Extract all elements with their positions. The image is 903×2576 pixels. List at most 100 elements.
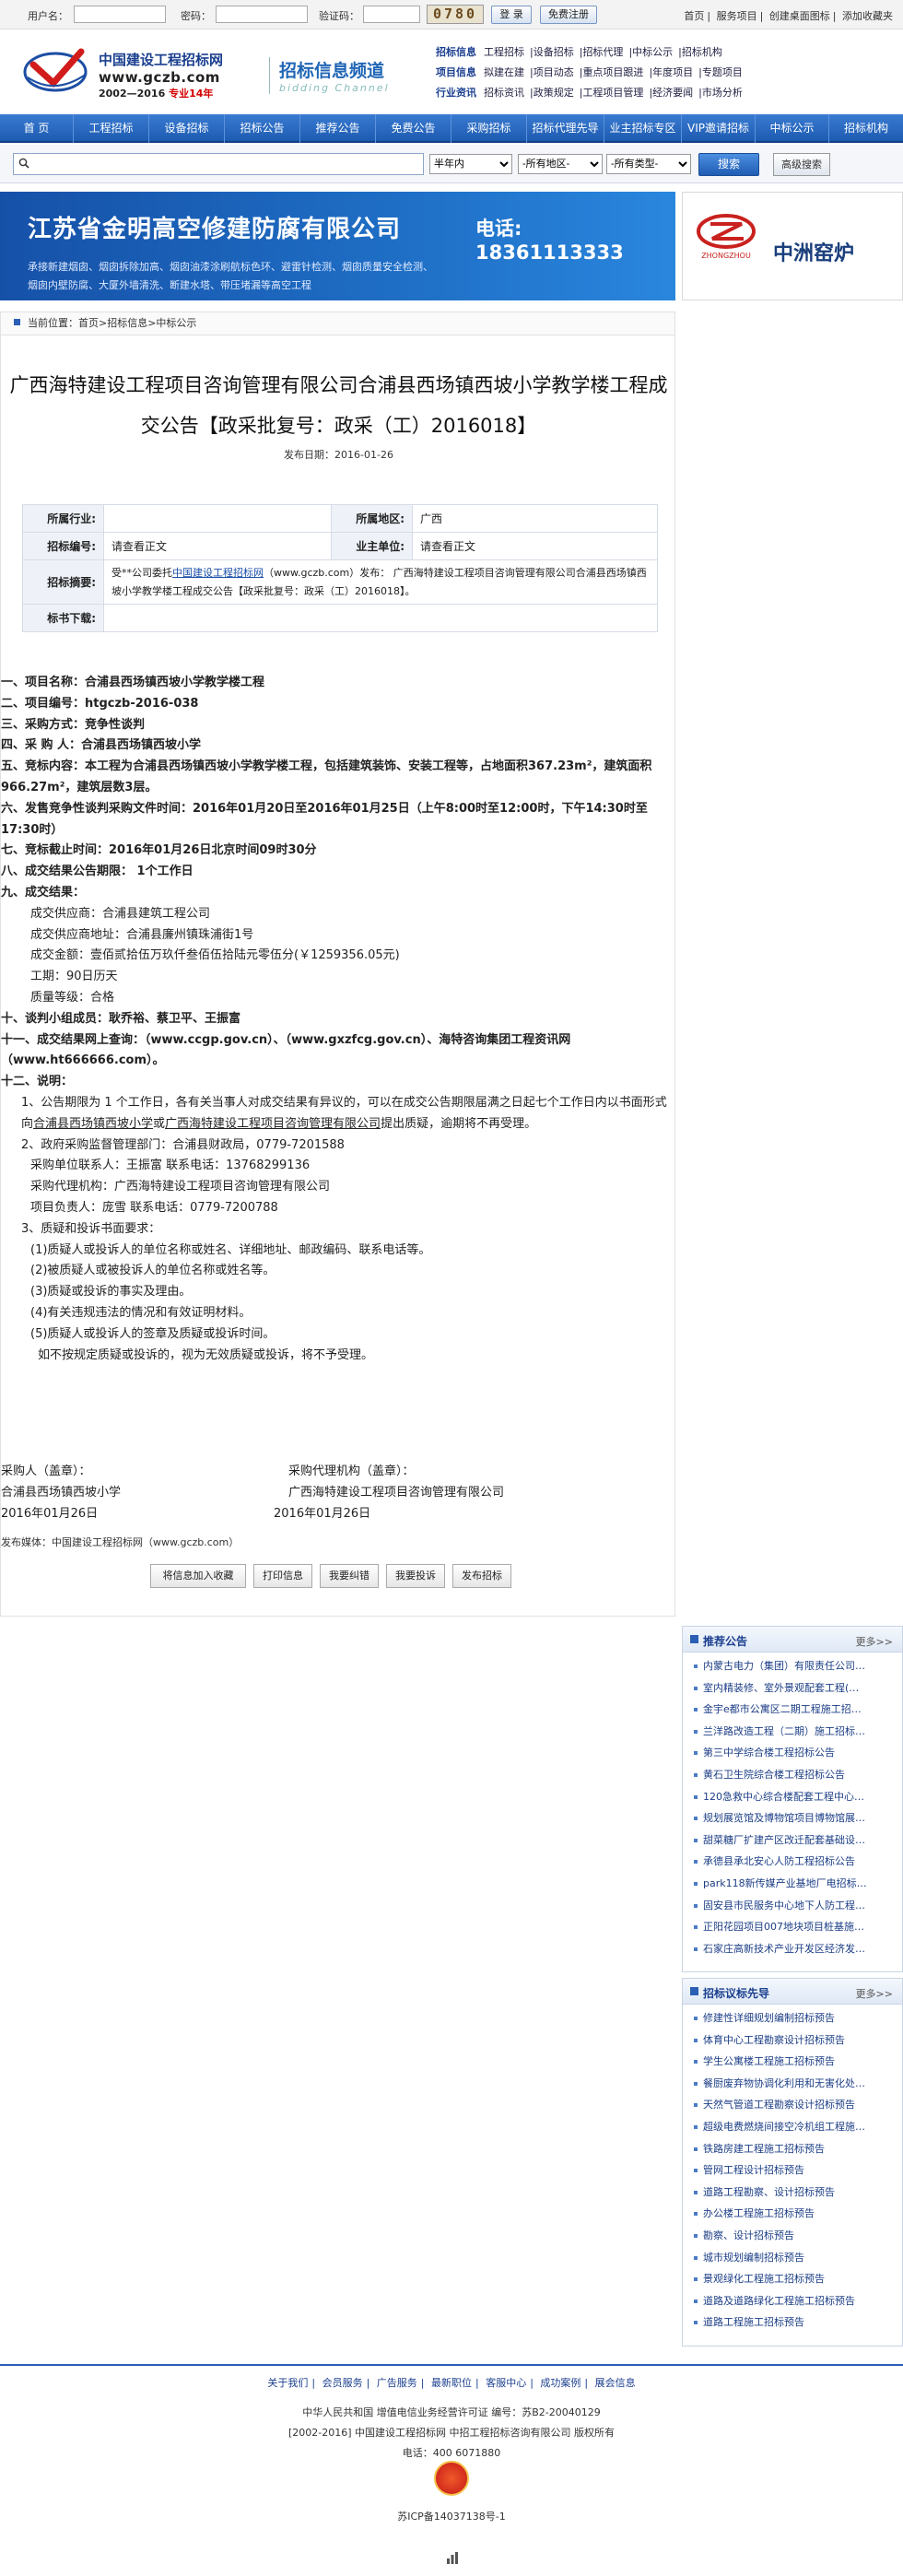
complaint-button[interactable]: 我要投诉 [386, 1564, 445, 1588]
sidebar-list-item[interactable]: 城市规划编制招标预告 [692, 2247, 902, 2269]
summary-site-link[interactable]: 中国建设工程招标网 [172, 567, 264, 579]
breadcrumb-path[interactable]: 当前位置：首页>招标信息>中标公示 [28, 317, 196, 329]
banner-ad-jinming[interactable]: 江苏省金明高空修建防腐有限公司 电话: 18361113333 承接新建烟囱、烟… [0, 192, 675, 300]
icp-record[interactable]: 苏ICP备14037138号-1 [0, 2509, 903, 2523]
password-input[interactable] [216, 6, 308, 23]
sidebar-list-item[interactable]: 固安县市民服务中心地下人防工程… [692, 1895, 902, 1917]
catnav-link[interactable]: 中标公示 [632, 46, 673, 58]
sidebar-list-item[interactable]: 黄石卫生院综合楼工程招标公告 [692, 1764, 902, 1786]
nav-recommended[interactable]: 推荐公告 [300, 114, 376, 143]
signature-block: 采购人（盖章）： 合浦县西场镇西坡小学 2016年01月26日 采购代理机构（盖… [1, 1461, 676, 1524]
sidebar-list-item[interactable]: 内蒙古电力（集团）有限责任公司… [692, 1655, 902, 1677]
catnav-link[interactable]: 政策规定 [534, 87, 574, 99]
sidebar-list-item[interactable]: 餐厨废弃物协调化利用和无害化处… [692, 2073, 902, 2095]
sidebar-list-item[interactable]: 修建性详细规划编制招标预告 [692, 2007, 902, 2029]
sidebar-list-item[interactable]: 甜菜糖厂扩建产区改迁配套基础设… [692, 1829, 902, 1852]
toplink-favorites[interactable]: 添加收藏夹 [842, 10, 893, 22]
nav-agency[interactable]: 招标代理先导 [527, 114, 604, 143]
sidebar-list-item[interactable]: 规划展览馆及博物馆项目博物馆展… [692, 1807, 902, 1829]
footer-link[interactable]: 关于我们 [267, 2377, 308, 2389]
catnav-link[interactable]: 招标资讯 [484, 87, 524, 99]
nav-owner[interactable]: 业主招标专区 [604, 114, 682, 143]
sidebar-list-item[interactable]: 管网工程设计招标预告 [692, 2159, 902, 2182]
download-value[interactable] [103, 604, 658, 632]
footer-link[interactable]: 客服中心 [486, 2377, 526, 2389]
body-line: 采购单位联系人：王振富 联系电话：13768299136 [30, 1159, 311, 1173]
catnav-link[interactable]: 工程招标 [484, 46, 524, 58]
sidebar-list-item[interactable]: 体育中心工程勘察设计招标预告 [692, 2029, 902, 2052]
nav-vip[interactable]: VIP邀请招标 [682, 114, 756, 143]
footer-link[interactable]: 会员服务 [322, 2377, 363, 2389]
publish-tender-button[interactable]: 发布招标 [452, 1564, 511, 1588]
footer-link[interactable]: 成功案例 [540, 2377, 580, 2389]
login-button[interactable]: 登 录 [491, 6, 532, 24]
captcha-input[interactable] [363, 6, 420, 23]
catnav-link[interactable]: 经济要闻 [652, 87, 693, 99]
footer-link[interactable]: 展会信息 [595, 2377, 636, 2389]
nav-home[interactable]: 首 页 [0, 114, 74, 143]
police-badge-icon[interactable] [434, 2461, 469, 2496]
nav-procurement[interactable]: 采购招标 [452, 114, 527, 143]
username-input[interactable] [74, 6, 166, 23]
print-button[interactable]: 打印信息 [253, 1564, 312, 1588]
catnav-link[interactable]: 设备招标 [534, 46, 574, 58]
sidebar-list-item[interactable]: park118新传媒产业基地厂电招标… [692, 1873, 902, 1895]
nav-award[interactable]: 中标公示 [756, 114, 829, 143]
sidebar-list-item[interactable]: 金宇e都市公寓区二期工程施工招… [692, 1699, 902, 1721]
catnav-head[interactable]: 招标信息 [436, 46, 476, 58]
add-favorite-button[interactable]: 将信息加入收藏 [150, 1564, 246, 1588]
sidebar-list-item[interactable]: 道路及道路绿化工程施工招标预告 [692, 2290, 902, 2312]
sidebar-list-item[interactable]: 正阳花园项目007地块项目桩基施… [692, 1916, 902, 1938]
sidebar-list-item[interactable]: 室内精装修、室外景观配套工程(… [692, 1677, 902, 1700]
captcha-image[interactable]: 0780 [427, 5, 484, 24]
catnav-link[interactable]: 项目动态 [534, 66, 574, 78]
sidebar-list-item[interactable]: 兰洋路改造工程（二期）施工招标… [692, 1721, 902, 1743]
sidebar-list-item[interactable]: 铁路房建工程施工招标预告 [692, 2138, 902, 2160]
nav-agencies[interactable]: 招标机构 [829, 114, 903, 143]
sidebar-list-item[interactable]: 勘察、设计招标预告 [692, 2225, 902, 2247]
catnav-link[interactable]: 拟建在建 [484, 66, 524, 78]
more-link[interactable]: 更多>> [856, 1986, 893, 2001]
catnav-link[interactable]: 专题项目 [702, 66, 743, 78]
toplink-services[interactable]: 服务项目 [717, 10, 757, 22]
type-select[interactable]: -所有类型- [606, 154, 691, 174]
more-link[interactable]: 更多>> [856, 1634, 893, 1649]
sidebar-list-item[interactable]: 第三中学综合楼工程招标公告 [692, 1742, 902, 1764]
footer-link[interactable]: 广告服务 [377, 2377, 417, 2389]
sidebar-list-item[interactable]: 办公楼工程施工招标预告 [692, 2203, 902, 2225]
catnav-link[interactable]: 工程项目管理 [582, 87, 643, 99]
register-button[interactable]: 免费注册 [540, 6, 597, 24]
toplink-home[interactable]: 首页 [684, 10, 704, 22]
sidebar-list-item[interactable]: 石家庄高新技术产业开发区经济发… [692, 1938, 902, 1960]
statistics-icon[interactable] [446, 2551, 459, 2564]
sidebar-list-item[interactable]: 道路工程施工招标预告 [692, 2311, 902, 2334]
catnav-link[interactable]: 重点项目跟进 [582, 66, 643, 78]
nav-announcements[interactable]: 招标公告 [225, 114, 300, 143]
catnav-link[interactable]: 招标代理 [582, 46, 623, 58]
catnav-head[interactable]: 项目信息 [436, 66, 476, 78]
sidebar-list-item[interactable]: 景观绿化工程施工招标预告 [692, 2268, 902, 2290]
nav-free[interactable]: 免费公告 [376, 114, 452, 143]
catnav-head[interactable]: 行业资讯 [436, 87, 476, 99]
sidebar-list-item[interactable]: 承德县承北安心人防工程招标公告 [692, 1851, 902, 1873]
catnav-link[interactable]: 年度项目 [652, 66, 693, 78]
sidebar-list-item[interactable]: 120急救中心综合楼配套工程中心… [692, 1786, 902, 1808]
sidebar-list-item[interactable]: 道路工程勘察、设计招标预告 [692, 2182, 902, 2204]
banner-ad-zhongzhou[interactable]: ZHONGZHOU 中洲窑炉 [682, 192, 903, 300]
toplink-desktop-icon[interactable]: 创建桌面图标 [769, 10, 830, 22]
sidebar-list-item[interactable]: 学生公寓楼工程施工招标预告 [692, 2051, 902, 2073]
advanced-search-button[interactable]: 高级搜索 [773, 153, 830, 176]
region-select[interactable]: -所有地区- [518, 154, 603, 174]
site-logo-icon[interactable] [22, 41, 94, 96]
catnav-link[interactable]: 市场分析 [702, 87, 743, 99]
period-select[interactable]: 半年内 [429, 154, 512, 174]
search-input[interactable] [13, 153, 424, 175]
search-button[interactable]: 搜索 [698, 153, 759, 176]
nav-equipment[interactable]: 设备招标 [149, 114, 225, 143]
footer-link[interactable]: 最新职位 [431, 2377, 472, 2389]
report-error-button[interactable]: 我要纠错 [320, 1564, 379, 1588]
nav-engineering[interactable]: 工程招标 [74, 114, 149, 143]
catnav-link[interactable]: 招标机构 [682, 46, 722, 58]
sidebar-list-item[interactable]: 超级电费燃烧间接空冷机组工程施… [692, 2116, 902, 2138]
sidebar-list-item[interactable]: 天然气管道工程勘察设计招标预告 [692, 2094, 902, 2116]
